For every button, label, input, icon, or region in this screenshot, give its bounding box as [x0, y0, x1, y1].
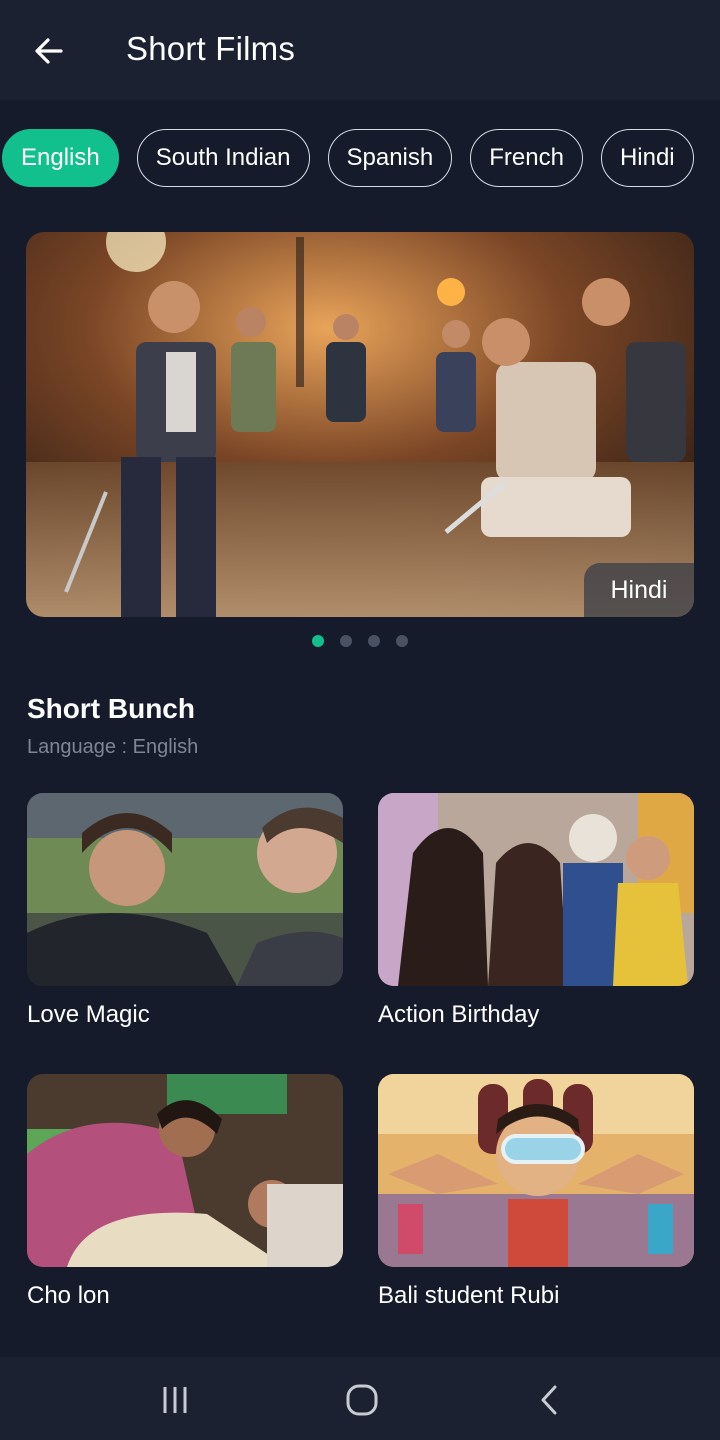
- film-card[interactable]: Cho lon: [27, 1074, 343, 1310]
- section-title: Short Bunch: [27, 693, 195, 724]
- system-nav-bar: [0, 1357, 720, 1440]
- carousel-dot-active[interactable]: [312, 635, 324, 647]
- film-thumbnail: [378, 1074, 694, 1267]
- film-title: Action Birthday: [378, 1001, 540, 1028]
- section-subtitle: Language : English: [27, 736, 199, 758]
- nav-back-button[interactable]: [525, 1375, 575, 1425]
- home-button[interactable]: [337, 1375, 387, 1425]
- arrow-left-icon: [35, 38, 63, 64]
- banner-image: [26, 232, 694, 617]
- chip-hindi[interactable]: Hindi: [600, 129, 694, 187]
- carousel-indicator: [312, 635, 408, 647]
- chip-french[interactable]: French: [470, 129, 583, 187]
- recent-apps-button[interactable]: [150, 1375, 200, 1425]
- back-button[interactable]: [28, 30, 70, 72]
- film-thumbnail: [27, 1074, 343, 1267]
- app-header: Short Films: [0, 0, 720, 100]
- chip-spanish[interactable]: Spanish: [327, 129, 453, 187]
- carousel-dot[interactable]: [340, 635, 352, 647]
- nav-back-icon: [541, 1385, 557, 1415]
- home-icon: [346, 1384, 378, 1416]
- chip-south-indian[interactable]: South Indian: [136, 129, 310, 187]
- film-title: Bali student Rubi: [378, 1282, 560, 1309]
- chip-english[interactable]: English: [2, 129, 119, 187]
- film-card[interactable]: Love Magic: [27, 793, 343, 1029]
- carousel-dot[interactable]: [396, 635, 408, 647]
- film-card[interactable]: Action Birthday: [378, 793, 694, 1029]
- recent-apps-icon: [163, 1387, 187, 1413]
- language-chip-row: English South Indian Spanish French Hind…: [2, 129, 720, 187]
- banner-language-badge: Hindi: [584, 563, 694, 617]
- page-title: Short Films: [126, 30, 296, 67]
- film-thumbnail: [27, 793, 343, 986]
- film-thumbnail: [378, 793, 694, 986]
- film-title: Cho lon: [27, 1282, 110, 1309]
- featured-banner[interactable]: Hindi: [26, 232, 694, 617]
- carousel-dot[interactable]: [368, 635, 380, 647]
- film-card[interactable]: Bali student Rubi: [378, 1074, 694, 1310]
- film-title: Love Magic: [27, 1001, 150, 1028]
